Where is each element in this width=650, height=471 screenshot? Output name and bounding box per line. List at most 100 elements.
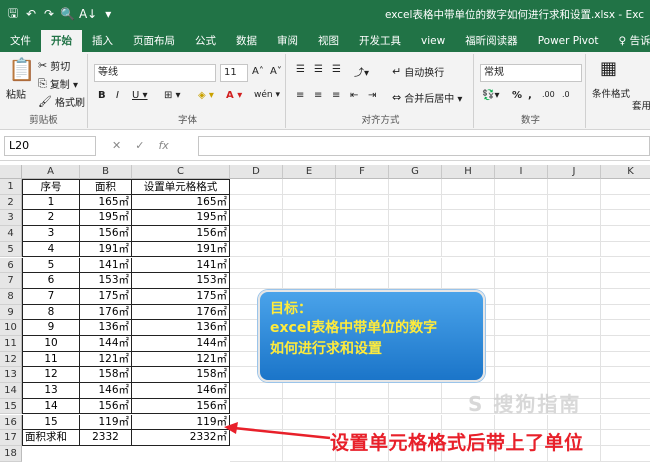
- table-cell[interactable]: 13: [22, 383, 80, 399]
- font-name-select[interactable]: 等线: [94, 64, 216, 82]
- orientation-icon[interactable]: ⤴▾: [354, 64, 369, 79]
- copy-button[interactable]: ⎘ 复制 ▾: [38, 76, 78, 92]
- table-cell[interactable]: 136㎡: [80, 320, 132, 336]
- cell-empty[interactable]: [495, 179, 548, 195]
- table-cell[interactable]: 2: [22, 210, 80, 227]
- table-cell[interactable]: 10: [22, 336, 80, 352]
- select-all-corner[interactable]: [0, 165, 22, 179]
- row-header-2[interactable]: 2: [0, 194, 22, 211]
- align-center-icon[interactable]: ≡: [314, 90, 322, 101]
- cell-empty[interactable]: [230, 241, 283, 258]
- cell-empty[interactable]: [389, 179, 442, 195]
- column-header-b[interactable]: B: [80, 165, 132, 179]
- table-cell[interactable]: 119㎡: [132, 414, 230, 431]
- cell-empty[interactable]: [601, 415, 650, 431]
- row-header-3[interactable]: 3: [0, 210, 22, 227]
- table-cell[interactable]: 195㎡: [80, 210, 132, 227]
- formula-input[interactable]: [198, 136, 650, 156]
- currency-icon[interactable]: 💱▾: [482, 90, 499, 101]
- table-cell[interactable]: 144㎡: [132, 336, 230, 352]
- cell-empty[interactable]: [230, 194, 283, 211]
- increase-indent-icon[interactable]: ⇥: [368, 90, 376, 101]
- cell-empty[interactable]: [495, 273, 548, 289]
- column-header-c[interactable]: C: [132, 165, 230, 179]
- phonetic-button[interactable]: wén ▾: [254, 90, 280, 100]
- cell-empty[interactable]: [548, 179, 601, 195]
- column-header-g[interactable]: G: [389, 165, 442, 179]
- table-cell[interactable]: 121㎡: [80, 351, 132, 368]
- tab-view[interactable]: 视图: [308, 30, 349, 52]
- cell-empty[interactable]: [601, 383, 650, 399]
- table-cell[interactable]: 136㎡: [132, 320, 230, 336]
- cell-empty[interactable]: [230, 257, 283, 274]
- cell-empty[interactable]: [495, 194, 548, 211]
- tab-power-pivot[interactable]: Power Pivot: [528, 30, 609, 52]
- total-cell[interactable]: 面积求和: [22, 430, 80, 446]
- cell-empty[interactable]: [495, 288, 548, 305]
- decrease-font-button[interactable]: A˅: [270, 66, 282, 77]
- table-cell[interactable]: 146㎡: [132, 383, 230, 399]
- row-header-18[interactable]: 18: [0, 445, 22, 462]
- table-cell[interactable]: 7: [22, 288, 80, 305]
- insert-function-icon[interactable]: fx: [158, 139, 168, 152]
- column-header-i[interactable]: I: [495, 165, 548, 179]
- align-middle-icon[interactable]: ☰: [314, 64, 323, 75]
- decrease-indent-icon[interactable]: ⇤: [350, 90, 358, 101]
- cell-empty[interactable]: [495, 210, 548, 227]
- cell-empty[interactable]: [283, 398, 336, 415]
- row-header-5[interactable]: 5: [0, 241, 22, 258]
- table-cell[interactable]: 156㎡: [132, 226, 230, 242]
- cell-empty[interactable]: [601, 352, 650, 368]
- cell-empty[interactable]: [389, 398, 442, 415]
- paste-button[interactable]: 粘贴: [6, 86, 26, 101]
- name-box[interactable]: L20: [4, 136, 96, 156]
- align-bottom-icon[interactable]: ☰: [332, 64, 341, 75]
- cell-empty[interactable]: [389, 257, 442, 274]
- cell-empty[interactable]: [336, 383, 389, 399]
- column-header-k[interactable]: K: [601, 165, 650, 179]
- cell-empty[interactable]: [495, 336, 548, 352]
- cell-empty[interactable]: [601, 179, 650, 195]
- align-right-icon[interactable]: ≡: [332, 90, 340, 101]
- cell-empty[interactable]: [283, 445, 336, 462]
- header-cell[interactable]: 面积: [80, 179, 132, 195]
- cell-empty[interactable]: [601, 446, 650, 462]
- table-cell[interactable]: 6: [22, 273, 80, 289]
- table-cell[interactable]: 5: [22, 257, 80, 274]
- cell-empty[interactable]: [283, 257, 336, 274]
- cell-empty[interactable]: [601, 305, 650, 321]
- cell-empty[interactable]: [442, 194, 495, 211]
- column-header-d[interactable]: D: [230, 165, 283, 179]
- cell-empty[interactable]: [495, 367, 548, 384]
- tab-data[interactable]: 数据: [226, 30, 267, 52]
- cell-empty[interactable]: [389, 226, 442, 242]
- table-cell[interactable]: 141㎡: [132, 257, 230, 274]
- row-header-9[interactable]: 9: [0, 304, 22, 321]
- table-cell[interactable]: 158㎡: [80, 367, 132, 384]
- tell-me-search[interactable]: ♀ 告诉: [609, 30, 650, 52]
- cell-empty[interactable]: [336, 241, 389, 258]
- table-cell[interactable]: 121㎡: [132, 351, 230, 368]
- cell-empty[interactable]: [283, 179, 336, 195]
- cell-empty[interactable]: [548, 273, 601, 289]
- cell-empty[interactable]: [230, 179, 283, 195]
- tab-view-en[interactable]: view: [411, 30, 455, 52]
- table-cell[interactable]: 153㎡: [132, 273, 230, 289]
- header-cell[interactable]: 设置单元格格式: [132, 179, 230, 195]
- tab-insert[interactable]: 插入: [82, 30, 123, 52]
- number-format-select[interactable]: 常规: [480, 64, 582, 82]
- row-header-14[interactable]: 14: [0, 383, 22, 399]
- row-header-16[interactable]: 16: [0, 414, 22, 431]
- border-button[interactable]: ⊞ ▾: [164, 90, 181, 101]
- table-cell[interactable]: 191㎡: [132, 241, 230, 258]
- table-cell[interactable]: 165㎡: [132, 194, 230, 211]
- cell-empty[interactable]: [389, 194, 442, 211]
- cell-empty[interactable]: [336, 398, 389, 415]
- cell-empty[interactable]: [389, 383, 442, 399]
- cell-empty[interactable]: [601, 242, 650, 258]
- column-header-a[interactable]: A: [22, 165, 80, 179]
- format-as-table-button[interactable]: 套用表格格: [632, 98, 650, 112]
- cell-empty[interactable]: [548, 288, 601, 305]
- table-cell[interactable]: 8: [22, 304, 80, 321]
- table-cell[interactable]: 4: [22, 241, 80, 258]
